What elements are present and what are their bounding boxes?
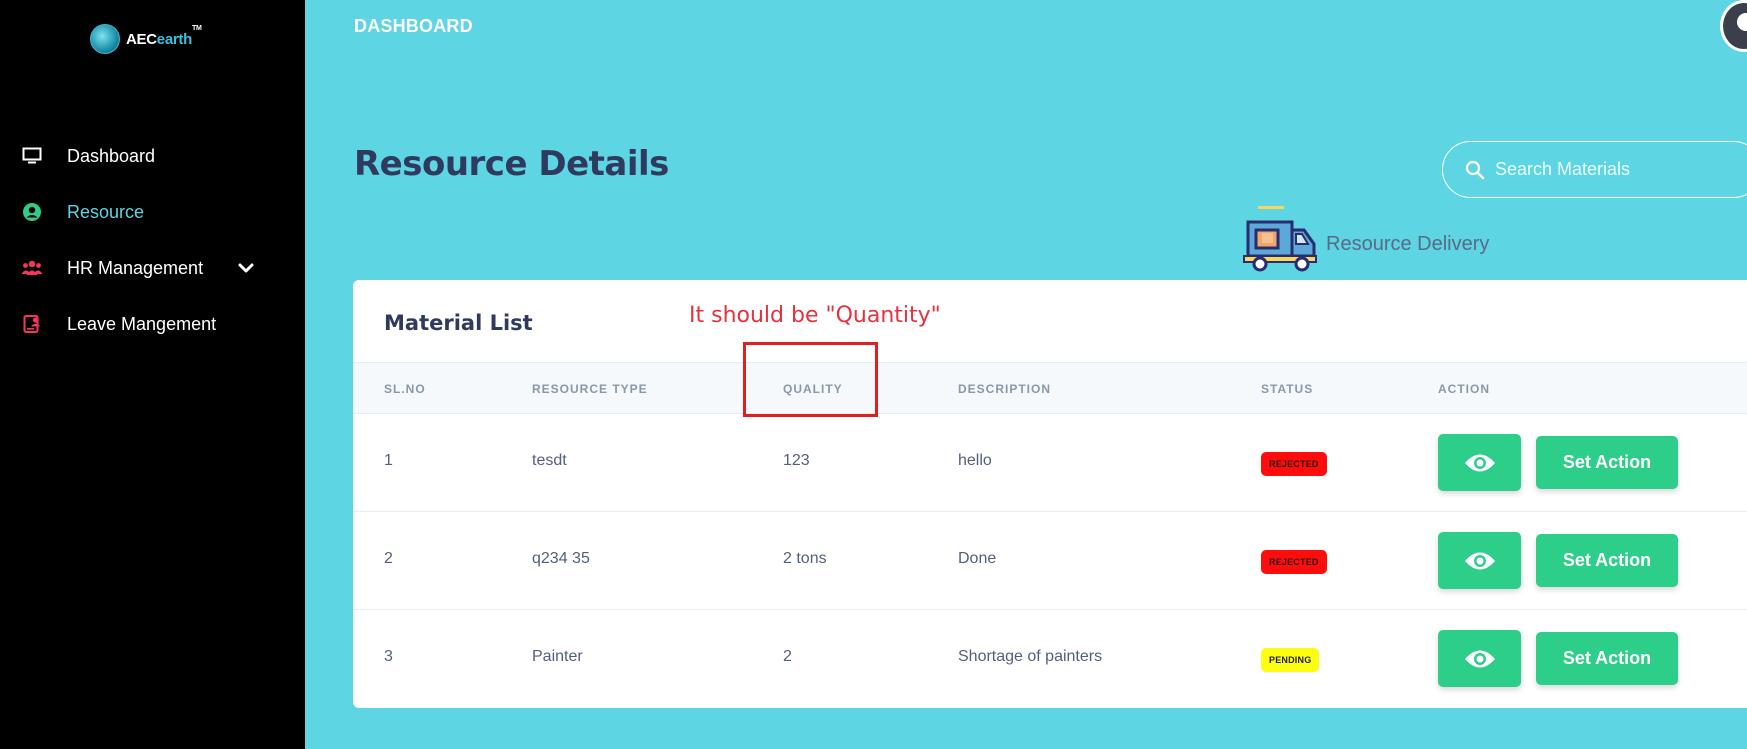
search-icon — [1465, 160, 1485, 180]
user-circle-icon — [21, 201, 43, 223]
monitor-icon — [21, 145, 43, 167]
cell-quality: 2 — [783, 648, 792, 665]
cell-resource-type: tesdt — [532, 452, 567, 469]
eye-icon — [1464, 454, 1495, 471]
resource-delivery-label: Resource Delivery — [1326, 232, 1490, 255]
view-button[interactable] — [1438, 434, 1521, 491]
cell-quality: 123 — [783, 452, 810, 469]
sidebar-item-label: Resource — [67, 201, 145, 222]
column-header-resource-type: RESOURCE TYPE — [532, 382, 648, 396]
delivery-truck-icon — [1238, 206, 1318, 274]
sidebar-item-resource[interactable]: Resource — [0, 184, 305, 240]
cell-resource-type: q234 35 — [532, 550, 590, 567]
set-action-button[interactable]: Set Action — [1536, 436, 1678, 489]
cell-resource-type: Painter — [532, 648, 583, 665]
status-badge: PENDING — [1261, 648, 1320, 672]
status-badge: REJECTED — [1261, 452, 1327, 476]
chevron-down-icon[interactable] — [238, 260, 254, 276]
sidebar-nav: Dashboard Resource HR Management Leave M… — [0, 128, 305, 352]
table-row: 1 tesdt 123 hello REJECTED Set Action — [353, 414, 1747, 512]
header-title[interactable]: DASHBOARD — [354, 16, 473, 37]
annotation-highlight-box — [743, 342, 878, 417]
sidebar-item-hr-management[interactable]: HR Management — [0, 240, 305, 296]
card-title: Material List — [384, 311, 533, 335]
sidebar-item-dashboard[interactable]: Dashboard — [0, 128, 305, 184]
sidebar: AECearthTM Dashboard Resource HR Managem… — [0, 0, 305, 749]
column-header-sl-no: SL.NO — [384, 382, 426, 396]
cell-description: Done — [958, 550, 997, 567]
column-header-status: STATUS — [1261, 382, 1314, 396]
page-title: Resource Details — [354, 144, 669, 184]
brand-name: AECearthTM — [126, 24, 202, 48]
sidebar-item-label: Leave Mangement — [67, 313, 217, 334]
material-list-card: Material List It should be "Quantity" SL… — [353, 280, 1747, 708]
annotation-note: It should be "Quantity" — [689, 303, 941, 328]
sidebar-item-label: Dashboard — [67, 145, 156, 166]
id-card-icon — [21, 313, 43, 335]
users-icon — [21, 257, 43, 279]
column-header-description: DESCRIPTION — [958, 382, 1052, 396]
view-button[interactable] — [1438, 630, 1521, 687]
set-action-button[interactable]: Set Action — [1536, 534, 1678, 587]
table-row: 3 Painter 2 Shortage of painters PENDING… — [353, 610, 1747, 708]
brand-logo[interactable]: AECearthTM — [90, 24, 202, 54]
user-avatar[interactable] — [1720, 0, 1747, 52]
cell-sl-no: 3 — [384, 648, 393, 665]
table-row: 2 q234 35 2 tons Done REJECTED Set Actio… — [353, 512, 1747, 610]
view-button[interactable] — [1438, 532, 1521, 589]
sidebar-item-label: HR Management — [67, 257, 204, 278]
column-header-action: ACTION — [1438, 382, 1490, 396]
sidebar-item-leave-management[interactable]: Leave Mangement — [0, 296, 305, 352]
status-badge: REJECTED — [1261, 550, 1327, 574]
search-box[interactable] — [1442, 141, 1747, 198]
cell-description: Shortage of painters — [958, 648, 1103, 665]
eye-icon — [1464, 552, 1495, 569]
table-header: SL.NO RESOURCE TYPE QUALITY DESCRIPTION … — [353, 362, 1747, 414]
cell-sl-no: 2 — [384, 550, 393, 567]
cell-description: hello — [958, 452, 992, 469]
globe-logo-icon — [90, 24, 120, 54]
set-action-button[interactable]: Set Action — [1536, 632, 1678, 685]
resource-delivery-banner[interactable]: Resource Delivery — [1238, 206, 1489, 274]
search-input[interactable] — [1495, 142, 1747, 196]
cell-quality: 2 tons — [783, 550, 827, 567]
cell-sl-no: 1 — [384, 452, 393, 469]
eye-icon — [1464, 650, 1495, 667]
